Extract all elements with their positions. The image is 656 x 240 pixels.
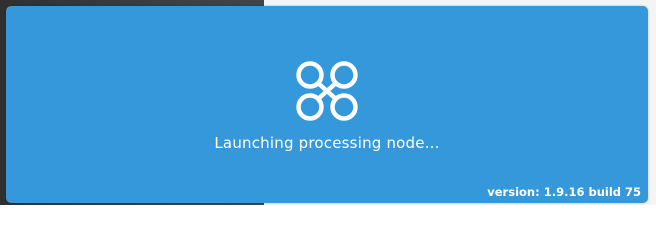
version-label: version: 1.9.16 build 75 <box>487 185 641 199</box>
status-message: Launching processing node... <box>214 134 440 152</box>
splash-screen: Launching processing node... version: 1.… <box>6 6 648 203</box>
drone-quadcopter-icon <box>296 61 358 121</box>
